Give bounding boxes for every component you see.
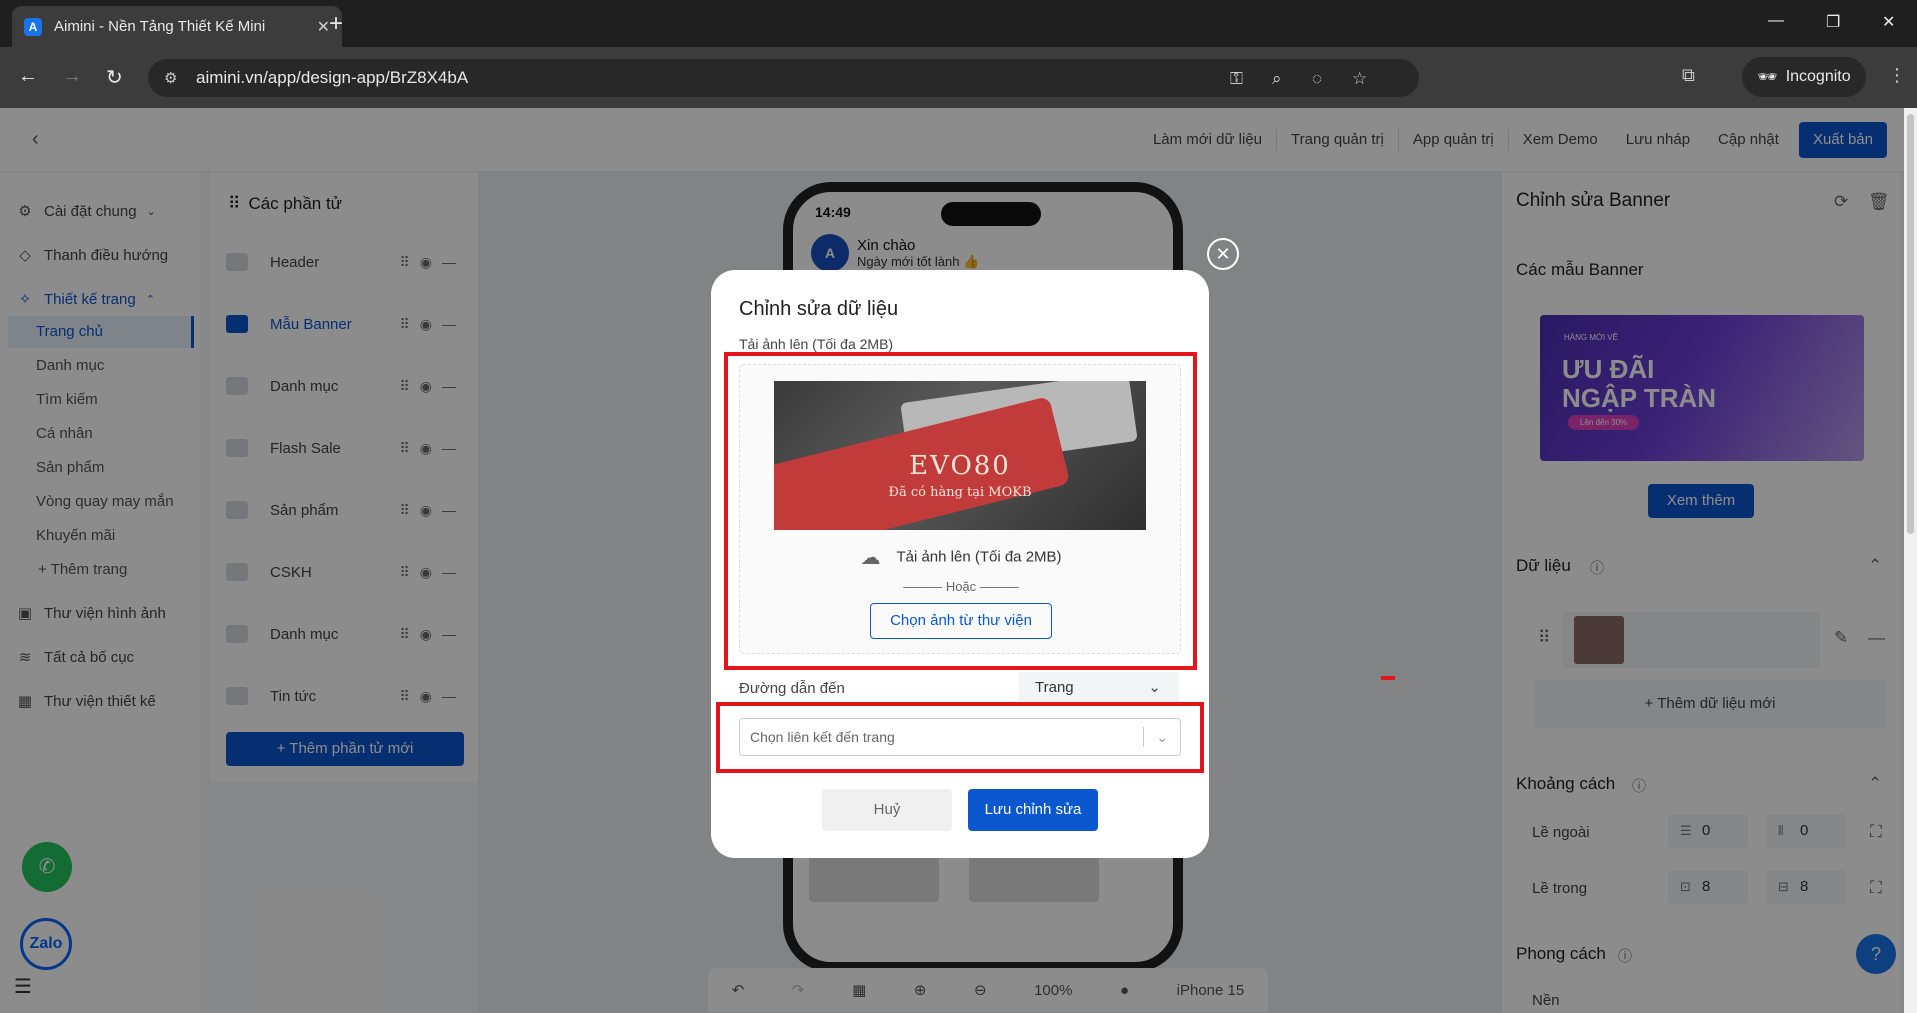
restore-icon[interactable]: ❐ bbox=[1826, 12, 1840, 32]
forward-arrow-icon[interactable]: → bbox=[62, 65, 82, 88]
link-type-select[interactable]: Trang ⌄ bbox=[1019, 672, 1179, 704]
menu-dots-icon[interactable]: ⋮ bbox=[1888, 65, 1906, 86]
eye-off-icon[interactable]: ◌ bbox=[1312, 69, 1322, 89]
link-type-value: Trang bbox=[1035, 679, 1074, 696]
tab-search-icon[interactable]: ⧉ bbox=[1682, 65, 1695, 86]
highlight-link-select bbox=[716, 702, 1204, 773]
zoom-icon[interactable]: ⌕ bbox=[1272, 69, 1282, 89]
scrollbar[interactable] bbox=[1904, 108, 1917, 1013]
tab-title: Aimini - Nền Tảng Thiết Kế Mini bbox=[54, 18, 266, 35]
modal-title: Chỉnh sửa dữ liệu bbox=[739, 298, 899, 320]
aimini-favicon-icon: A bbox=[24, 17, 42, 36]
incognito-indicator[interactable]: 🕶 Incognito bbox=[1742, 57, 1866, 97]
star-icon[interactable]: ☆ bbox=[1352, 69, 1367, 89]
link-label: Đường dẫn đến bbox=[739, 680, 845, 697]
upload-label: Tải ảnh lên (Tối đa 2MB) bbox=[739, 336, 894, 352]
modal-close-icon[interactable]: ✕ bbox=[1207, 238, 1239, 270]
key-icon[interactable]: ⚿ bbox=[1230, 69, 1243, 89]
highlight-upload-area bbox=[724, 352, 1197, 670]
scrollbar-thumb[interactable] bbox=[1907, 114, 1914, 534]
incognito-label: Incognito bbox=[1785, 68, 1851, 85]
url-text: aimini.vn/app/design-app/BrZ8X4bA bbox=[196, 68, 469, 87]
back-arrow-icon[interactable]: ← bbox=[18, 65, 38, 88]
cancel-button[interactable]: Huỷ bbox=[822, 789, 952, 831]
chevron-down-icon: ⌄ bbox=[1148, 679, 1161, 696]
save-button[interactable]: Lưu chỉnh sửa bbox=[968, 789, 1098, 831]
site-settings-icon[interactable]: ⚙ bbox=[164, 69, 177, 87]
minimize-icon[interactable]: — bbox=[1768, 12, 1784, 30]
address-bar[interactable]: ⚙ aimini.vn/app/design-app/BrZ8X4bA ⚿ ⌕ … bbox=[148, 59, 1419, 97]
browser-tabbar: A Aimini - Nền Tảng Thiết Kế Mini ✕ + — … bbox=[0, 0, 1917, 47]
reload-icon[interactable]: ↻ bbox=[106, 65, 123, 90]
new-tab-icon[interactable]: + bbox=[320, 10, 352, 38]
incognito-icon: 🕶 bbox=[1757, 69, 1778, 86]
red-marker bbox=[1381, 676, 1395, 680]
browser-toolbar: ← → ↻ ⚙ aimini.vn/app/design-app/BrZ8X4b… bbox=[0, 47, 1917, 108]
browser-tab[interactable]: A Aimini - Nền Tảng Thiết Kế Mini ✕ bbox=[12, 6, 342, 47]
window-close-icon[interactable]: ✕ bbox=[1882, 12, 1895, 32]
